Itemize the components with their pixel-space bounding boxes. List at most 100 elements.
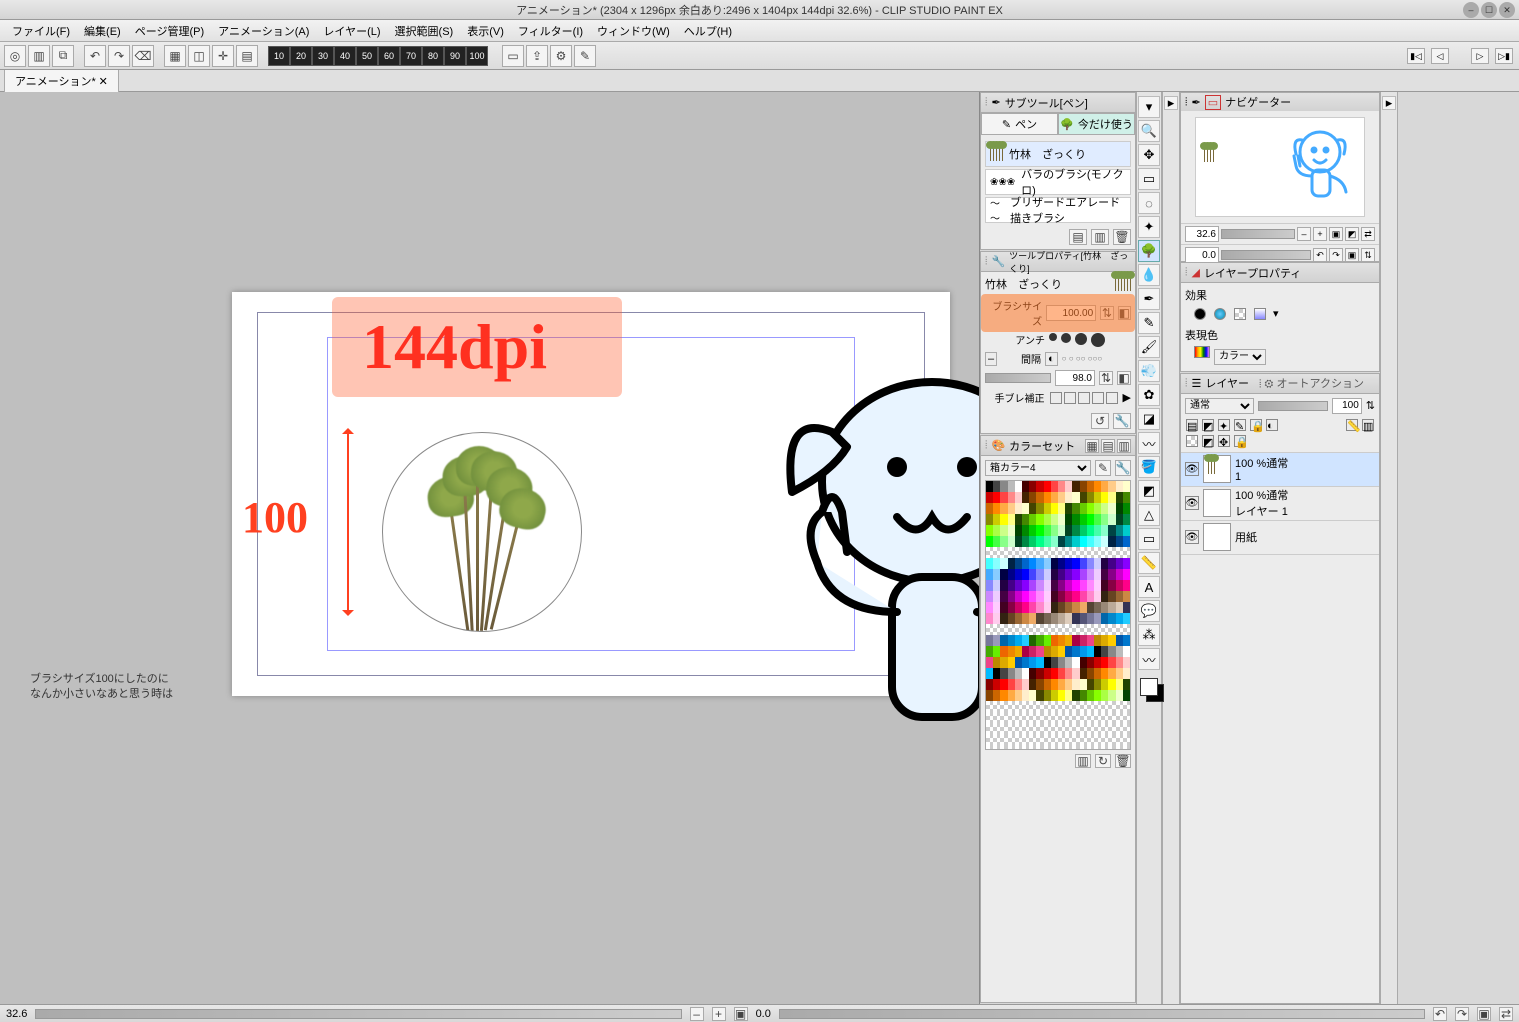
layer-color-icon[interactable]: ▥ [1362, 419, 1374, 431]
grid-icon[interactable]: ▤ [236, 45, 258, 67]
menu-file[interactable]: ファイル(F) [6, 21, 76, 41]
status-zoomin-icon[interactable]: + [712, 1007, 726, 1021]
zoom-in-icon[interactable]: + [1313, 227, 1327, 241]
blend-icon[interactable]: 〰 [1138, 432, 1160, 454]
opacity-input[interactable] [1332, 398, 1362, 414]
layer-mask-icon[interactable]: ◐ [1266, 419, 1278, 431]
marquee-icon[interactable]: ◌ [1138, 192, 1160, 214]
ruler-icon[interactable]: 📏 [1138, 552, 1160, 574]
clear-icon[interactable]: ⌫ [132, 45, 154, 67]
tree-tool-icon[interactable]: 🌳 [1138, 240, 1160, 262]
zoom-10[interactable]: 10 [268, 46, 290, 66]
autoaction-tab[interactable]: オートアクション [1277, 378, 1364, 390]
layer-clip-icon[interactable]: ◩ [1202, 419, 1214, 431]
zoom-30[interactable]: 30 [312, 46, 334, 66]
minimize-button[interactable]: – [1463, 2, 1479, 18]
lp-checker-icon[interactable] [1234, 308, 1246, 320]
wand-icon[interactable]: ✦ [1138, 216, 1160, 238]
color-palette[interactable] [985, 480, 1131, 750]
zoom-80[interactable]: 80 [422, 46, 444, 66]
balloon-icon[interactable]: 💬 [1138, 600, 1160, 622]
menu-layer[interactable]: レイヤー(L) [317, 21, 386, 41]
status-zoom-slider[interactable] [35, 1009, 681, 1019]
cs-add-icon[interactable]: ▥ [1075, 754, 1091, 768]
line-edit-icon[interactable]: 〰 [1138, 648, 1160, 670]
gap-slider[interactable] [985, 373, 1051, 383]
zoom-50[interactable]: 50 [356, 46, 378, 66]
tab-animation[interactable]: アニメーション* ✕ [4, 69, 119, 92]
undo-icon[interactable]: ↶ [84, 45, 106, 67]
text-icon[interactable]: A [1138, 576, 1160, 598]
brush-menu-icon[interactable]: ▤ [1069, 229, 1087, 245]
eyedropper-icon[interactable]: 💧 [1138, 264, 1160, 286]
prev-frame-icon[interactable]: ◁ [1431, 48, 1449, 64]
layer-row[interactable]: 👁 100 %通常 レイヤー 1 [1181, 487, 1379, 521]
fg-bg-swatch[interactable] [1140, 678, 1158, 696]
pen-tool-icon[interactable]: ✒ [1138, 288, 1160, 310]
subtool-tab-temp[interactable]: 🌳今だけ使う [1058, 113, 1135, 135]
canvas-area[interactable]: 144dpi 100 [0, 92, 979, 1004]
dropdown-icon[interactable]: ▾ [1138, 96, 1160, 118]
layer-row[interactable]: 👁 100 %通常 1 [1181, 453, 1379, 487]
stabilize-cell[interactable] [1050, 392, 1062, 404]
navigator-thumbnail[interactable] [1195, 117, 1365, 217]
opacity-stepper-icon[interactable]: ⇅ [1366, 399, 1375, 412]
gradient-icon[interactable]: ◩ [1138, 480, 1160, 502]
flip-icon[interactable]: ⇄ [1361, 227, 1375, 241]
assist-icon[interactable]: ⚙ [550, 45, 572, 67]
gap-stepper-icon[interactable]: ⇅ [1099, 371, 1113, 385]
colorset-select[interactable]: 箱カラー4 [985, 460, 1091, 476]
gap-link-icon[interactable]: ◧ [1117, 371, 1131, 385]
lock-all-icon[interactable]: 🔒 [1234, 435, 1246, 447]
zoom-out-icon[interactable]: – [1297, 227, 1311, 241]
status-rotreset-icon[interactable]: ▣ [1477, 1007, 1491, 1021]
rot-flip-icon[interactable]: ⇅ [1361, 248, 1375, 262]
menu-anim[interactable]: アニメーション(A) [212, 21, 315, 41]
zoom-70[interactable]: 70 [400, 46, 422, 66]
zoom-20[interactable]: 20 [290, 46, 312, 66]
eraser-icon[interactable]: ◪ [1138, 408, 1160, 430]
zoom-90[interactable]: 90 [444, 46, 466, 66]
next-key-icon[interactable]: ▷▮ [1495, 48, 1513, 64]
visibility-icon[interactable]: 👁 [1185, 530, 1199, 544]
fit-icon[interactable]: ▣ [1329, 227, 1343, 241]
lock-move-icon[interactable]: ✥ [1218, 435, 1230, 447]
brush-add-icon[interactable]: ▥ [1091, 229, 1109, 245]
menu-filter[interactable]: フィルター(I) [512, 21, 589, 41]
close-tab-icon[interactable]: ✕ [99, 76, 108, 88]
close-button[interactable]: ✕ [1499, 2, 1515, 18]
subtool-tab-pen[interactable]: ✎ペン [981, 113, 1058, 135]
airbrush-icon[interactable]: 💨 [1138, 360, 1160, 382]
brush-item-blizzard[interactable]: ～～ ブリザードエアレード描きブラシ [985, 197, 1131, 223]
upload-icon[interactable]: ⇪ [526, 45, 548, 67]
lp-tone-icon[interactable] [1214, 308, 1226, 320]
move-icon[interactable]: ✥ [1138, 144, 1160, 166]
rot-cw-icon[interactable]: ↷ [1329, 248, 1343, 262]
layer-ref-icon[interactable]: ✦ [1218, 419, 1230, 431]
maximize-button[interactable]: ☐ [1481, 2, 1497, 18]
lock-pixel-icon[interactable]: ◩ [1202, 435, 1214, 447]
brush-delete-icon[interactable]: 🗑 [1113, 229, 1131, 245]
smartphone-icon[interactable]: ▭ [502, 45, 524, 67]
menu-edit[interactable]: 編集(E) [78, 21, 127, 41]
zoom-40[interactable]: 40 [334, 46, 356, 66]
menu-window[interactable]: ウィンドウ(W) [591, 21, 676, 41]
deco-icon[interactable]: ✿ [1138, 384, 1160, 406]
expand-icon[interactable]: ▸ [1164, 96, 1178, 110]
next-frame-icon[interactable]: ▷ [1471, 48, 1489, 64]
menu-view[interactable]: 表示(V) [461, 21, 510, 41]
clipstudio-icon[interactable]: ◎ [4, 45, 26, 67]
status-rotccw-icon[interactable]: ↶ [1433, 1007, 1447, 1021]
status-flip-icon[interactable]: ⇄ [1499, 1007, 1513, 1021]
pencil-tool-icon[interactable]: ✎ [1138, 312, 1160, 334]
status-zoomout-icon[interactable]: – [690, 1007, 704, 1021]
prev-key-icon[interactable]: ▮◁ [1407, 48, 1425, 64]
status-fit-icon[interactable]: ▣ [734, 1007, 748, 1021]
antialias-options[interactable] [1049, 333, 1105, 347]
gap-input[interactable] [1055, 370, 1095, 386]
shape-icon[interactable]: △ [1138, 504, 1160, 526]
lp-color-icon[interactable] [1254, 308, 1266, 320]
transform-icon[interactable]: ◫ [188, 45, 210, 67]
fill-icon[interactable]: 🪣 [1138, 456, 1160, 478]
magnifier-icon[interactable]: 🔍 [1138, 120, 1160, 142]
